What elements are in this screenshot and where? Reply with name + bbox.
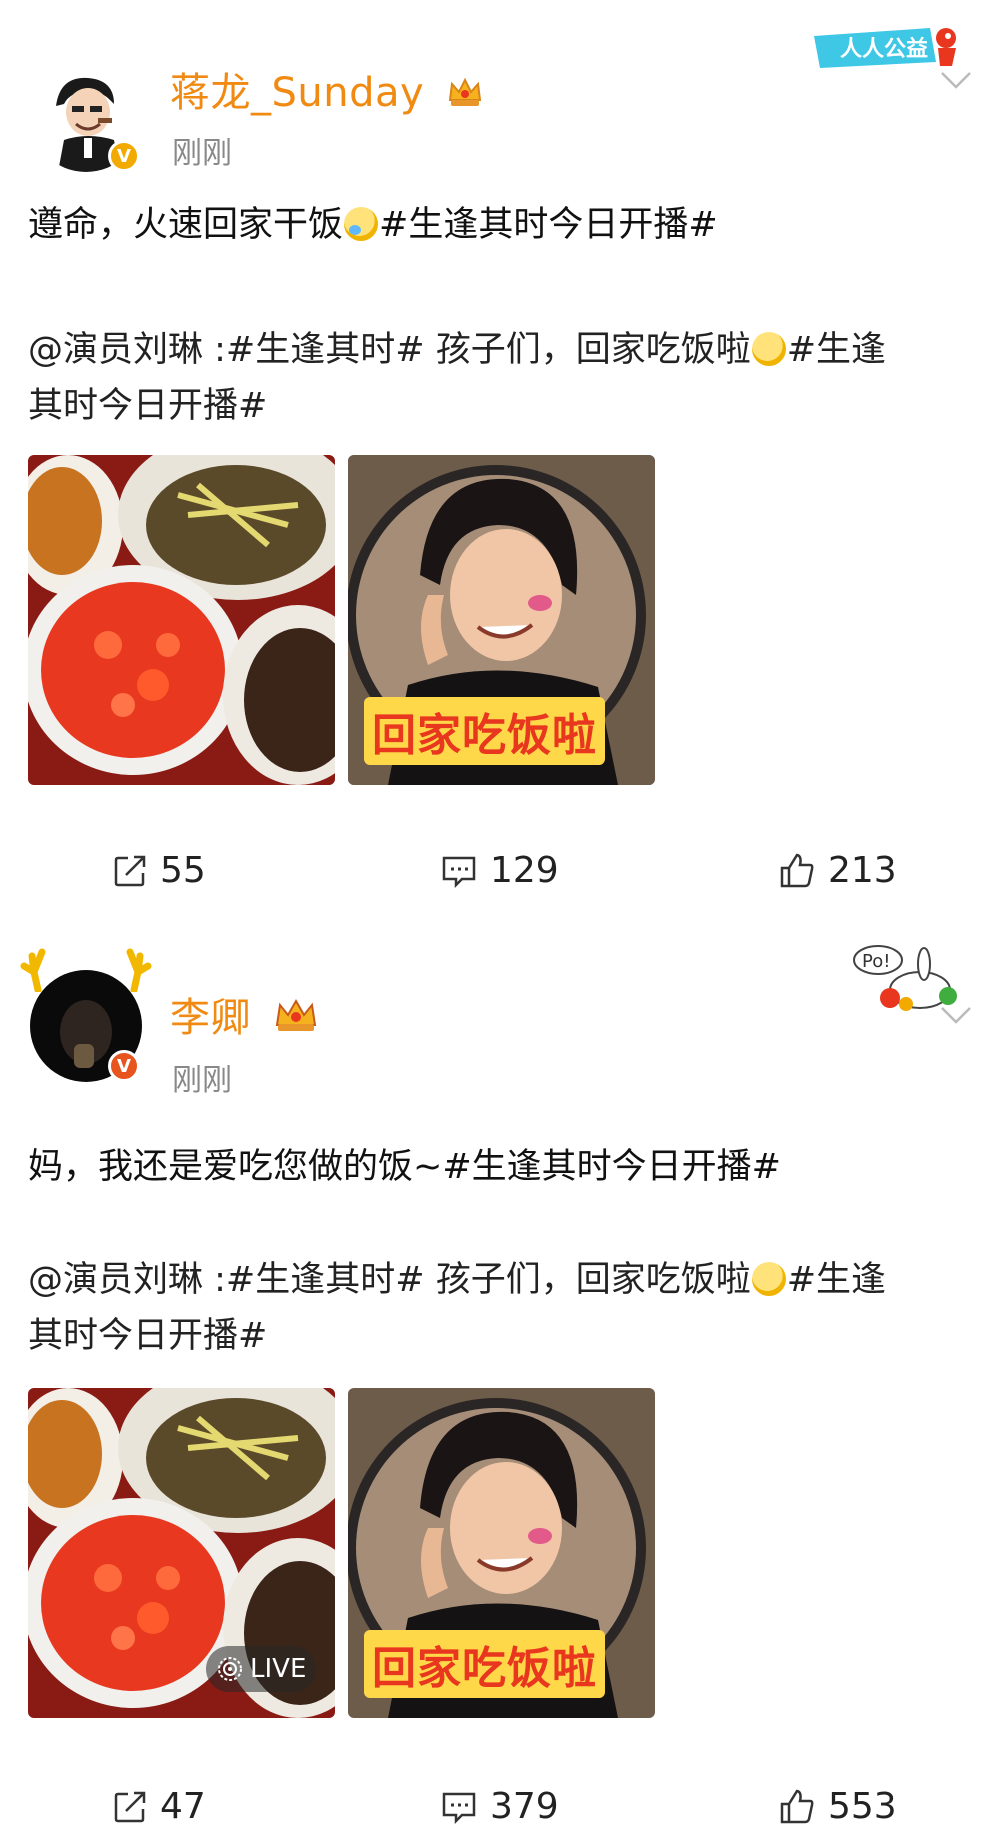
crying-emoji-icon xyxy=(344,207,379,241)
username[interactable]: 蒋龙_Sunday xyxy=(170,60,483,118)
share-button[interactable]: 55 xyxy=(112,850,206,891)
live-badge[interactable]: LIVE xyxy=(206,1646,317,1692)
live-label: LIVE xyxy=(250,1654,307,1684)
crown-icon xyxy=(274,997,318,1043)
avatar[interactable]: V xyxy=(30,60,142,172)
share-count: 47 xyxy=(160,1786,206,1827)
sticker-badge[interactable]: 人人公益 xyxy=(810,22,960,76)
post-time: 刚刚 xyxy=(172,136,232,171)
image-grid: LIVE 回家吃饭啦 xyxy=(28,1388,658,1718)
crown-icon xyxy=(447,72,483,118)
repost-line: @演员刘琳 :#生逢其时# 孩子们，回家吃饭啦 xyxy=(28,1260,751,1300)
weibo-post: V 李卿 刚刚 Po! 妈，我还是爱吃您做的饭~#生逢其时今日开播# @演员刘琳… xyxy=(0,930,1000,1840)
repost-line: 其时今日开播# xyxy=(28,1316,268,1356)
repost-line: @演员刘琳 :#生逢其时# 孩子们，回家吃饭啦 xyxy=(28,330,751,370)
food-photo[interactable] xyxy=(28,455,335,785)
action-bar: 55 129 213 xyxy=(0,850,1000,910)
username-text: 蒋龙_Sunday xyxy=(170,70,425,116)
topic-tag[interactable]: #生逢其时今日开播# xyxy=(442,1147,781,1187)
share-button[interactable]: 47 xyxy=(112,1786,206,1827)
comment-icon xyxy=(442,856,476,888)
verified-icon: V xyxy=(108,1050,140,1082)
image-caption: 回家吃饭啦 xyxy=(364,1630,605,1698)
repost-text: @演员刘琳 :#生逢其时# 孩子们，回家吃饭啦 #生逢 其时今日开播# xyxy=(28,322,970,434)
topic-tag[interactable]: #生逢其时今日开播# xyxy=(379,205,718,245)
post-text: 遵命，火速回家干饭 xyxy=(28,205,344,245)
chevron-down-icon[interactable] xyxy=(940,70,972,90)
verified-icon: V xyxy=(108,140,140,172)
like-icon xyxy=(780,1789,814,1823)
comment-button[interactable]: 129 xyxy=(440,850,559,891)
post-time: 刚刚 xyxy=(172,1063,232,1098)
emoji-icon xyxy=(751,332,786,366)
action-bar: 47 379 553 xyxy=(0,1786,1000,1846)
image-caption: 回家吃饭啦 xyxy=(364,697,605,765)
post-text: 妈，我还是爱吃您做的饭~ xyxy=(28,1147,443,1187)
username[interactable]: 李卿 xyxy=(170,985,318,1043)
post-content: 妈，我还是爱吃您做的饭~#生逢其时今日开播# xyxy=(28,1142,970,1192)
sticker-text: Po! xyxy=(862,951,890,972)
like-button[interactable]: 553 xyxy=(778,1786,897,1827)
repost-text: @演员刘琳 :#生逢其时# 孩子们，回家吃饭啦 #生逢 其时今日开播# xyxy=(28,1252,970,1364)
comment-icon xyxy=(442,1792,476,1824)
comment-count: 379 xyxy=(490,1786,559,1827)
sticker-text: 人人公益 xyxy=(840,36,928,62)
live-icon xyxy=(218,1657,242,1681)
comment-count: 129 xyxy=(490,850,559,891)
like-button[interactable]: 213 xyxy=(778,850,897,891)
share-icon xyxy=(114,1791,146,1822)
comment-button[interactable]: 379 xyxy=(440,1786,559,1827)
emoji-icon xyxy=(751,1262,786,1296)
repost-tag: #生逢 xyxy=(786,1260,887,1300)
like-count: 553 xyxy=(828,1786,897,1827)
mom-photo[interactable]: 回家吃饭啦 xyxy=(348,455,655,785)
mom-photo[interactable]: 回家吃饭啦 xyxy=(348,1388,655,1718)
username-text: 李卿 xyxy=(170,995,251,1041)
chevron-down-icon[interactable] xyxy=(940,1005,972,1025)
like-count: 213 xyxy=(828,850,897,891)
image-grid: 回家吃饭啦 xyxy=(28,455,658,785)
like-icon xyxy=(780,853,814,887)
share-icon xyxy=(114,855,146,886)
food-photo[interactable]: LIVE xyxy=(28,1388,335,1718)
repost-line: 其时今日开播# xyxy=(28,386,268,426)
share-count: 55 xyxy=(160,850,206,891)
repost-tag: #生逢 xyxy=(786,330,887,370)
weibo-post: V 蒋龙_Sunday 刚刚 人人公益 遵命，火速回家干饭 #生逢其时今日开播# … xyxy=(0,0,1000,930)
post-content: 遵命，火速回家干饭 #生逢其时今日开播# xyxy=(28,200,970,250)
avatar[interactable]: V xyxy=(20,948,152,1082)
